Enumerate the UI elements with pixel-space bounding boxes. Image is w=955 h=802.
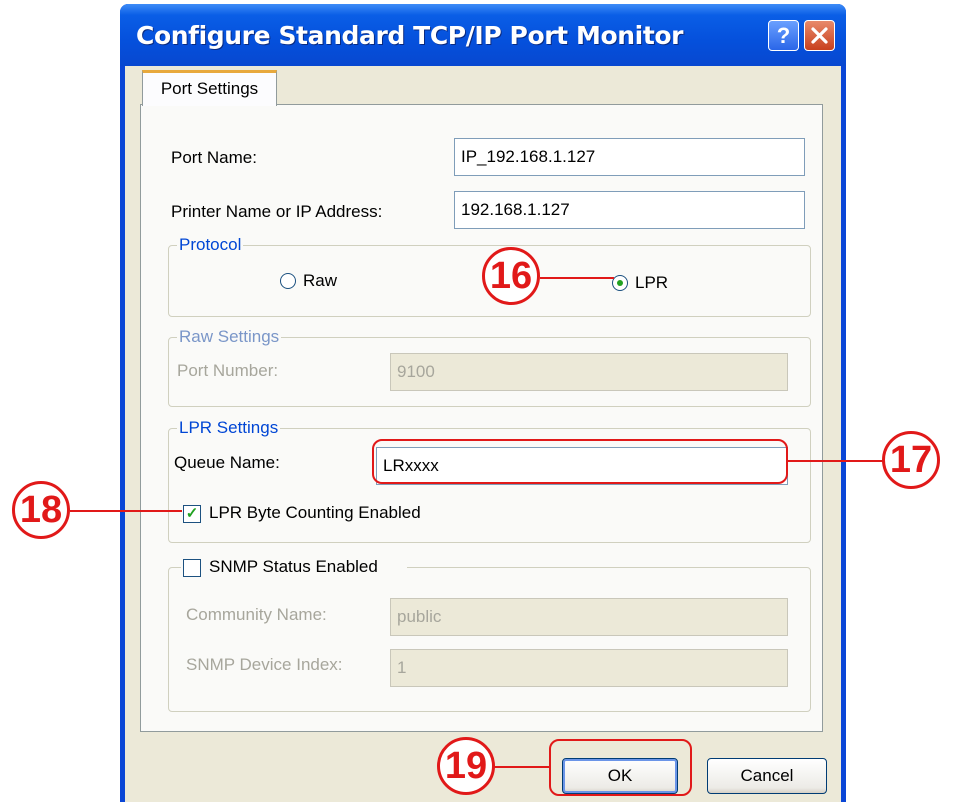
printer-address-input[interactable]: 192.168.1.127 <box>454 191 805 229</box>
callout-17-leader <box>788 460 884 462</box>
port-number-label: Port Number: <box>177 361 279 380</box>
callout-16: 16 <box>482 247 540 305</box>
dialog-client-area: Port Settings Port Name: IP_192.168.1.12… <box>125 66 841 802</box>
port-number-input[interactable]: 9100 <box>390 353 788 391</box>
lpr-radio-label[interactable]: LPR <box>635 273 668 293</box>
title-bar[interactable]: Configure Standard TCP/IP Port Monitor ? <box>120 4 846 66</box>
window-title: Configure Standard TCP/IP Port Monitor <box>136 21 684 50</box>
device-index-label: SNMP Device Index: <box>186 655 343 674</box>
byte-counting-label[interactable]: LPR Byte Counting Enabled <box>209 503 421 523</box>
close-button[interactable] <box>804 20 835 51</box>
queue-name-label: Queue Name: <box>174 453 280 472</box>
radio-selected-dot <box>617 280 623 286</box>
checkmark-icon: ✓ <box>185 505 199 522</box>
port-name-label: Port Name: <box>171 148 257 167</box>
queue-highlight-box <box>372 439 788 484</box>
tab-port-settings[interactable]: Port Settings <box>142 70 277 106</box>
snmp-group <box>168 567 811 712</box>
help-button[interactable]: ? <box>768 20 799 51</box>
snmp-status-checkbox[interactable] <box>183 559 201 577</box>
callout-19-leader <box>494 766 550 768</box>
port-settings-panel: Port Name: IP_192.168.1.127 Printer Name… <box>140 104 823 732</box>
callout-19: 19 <box>437 737 495 795</box>
port-name-input[interactable]: IP_192.168.1.127 <box>454 138 805 176</box>
callout-16-leader <box>540 277 614 279</box>
lpr-settings-title: LPR Settings <box>177 418 281 438</box>
community-name-input[interactable]: public <box>390 598 788 636</box>
device-index-input[interactable]: 1 <box>390 649 788 687</box>
help-icon: ? <box>776 23 791 48</box>
byte-counting-checkbox[interactable]: ✓ <box>183 505 201 523</box>
dialog-window: Configure Standard TCP/IP Port Monitor ?… <box>120 4 846 802</box>
protocol-group-title: Protocol <box>177 235 244 255</box>
snmp-status-label[interactable]: SNMP Status Enabled <box>209 557 378 577</box>
raw-radio-label[interactable]: Raw <box>303 271 337 291</box>
callout-18-leader <box>70 510 182 512</box>
close-icon <box>811 27 828 44</box>
callout-18: 18 <box>12 481 70 539</box>
raw-settings-title: Raw Settings <box>177 327 282 347</box>
community-name-label: Community Name: <box>186 605 327 624</box>
printer-address-label: Printer Name or IP Address: <box>171 202 383 221</box>
callout-17: 17 <box>882 431 940 489</box>
lpr-radio[interactable] <box>612 275 628 291</box>
cancel-button[interactable]: Cancel <box>707 758 827 794</box>
ok-highlight-box <box>549 739 692 796</box>
raw-radio[interactable] <box>280 273 296 289</box>
